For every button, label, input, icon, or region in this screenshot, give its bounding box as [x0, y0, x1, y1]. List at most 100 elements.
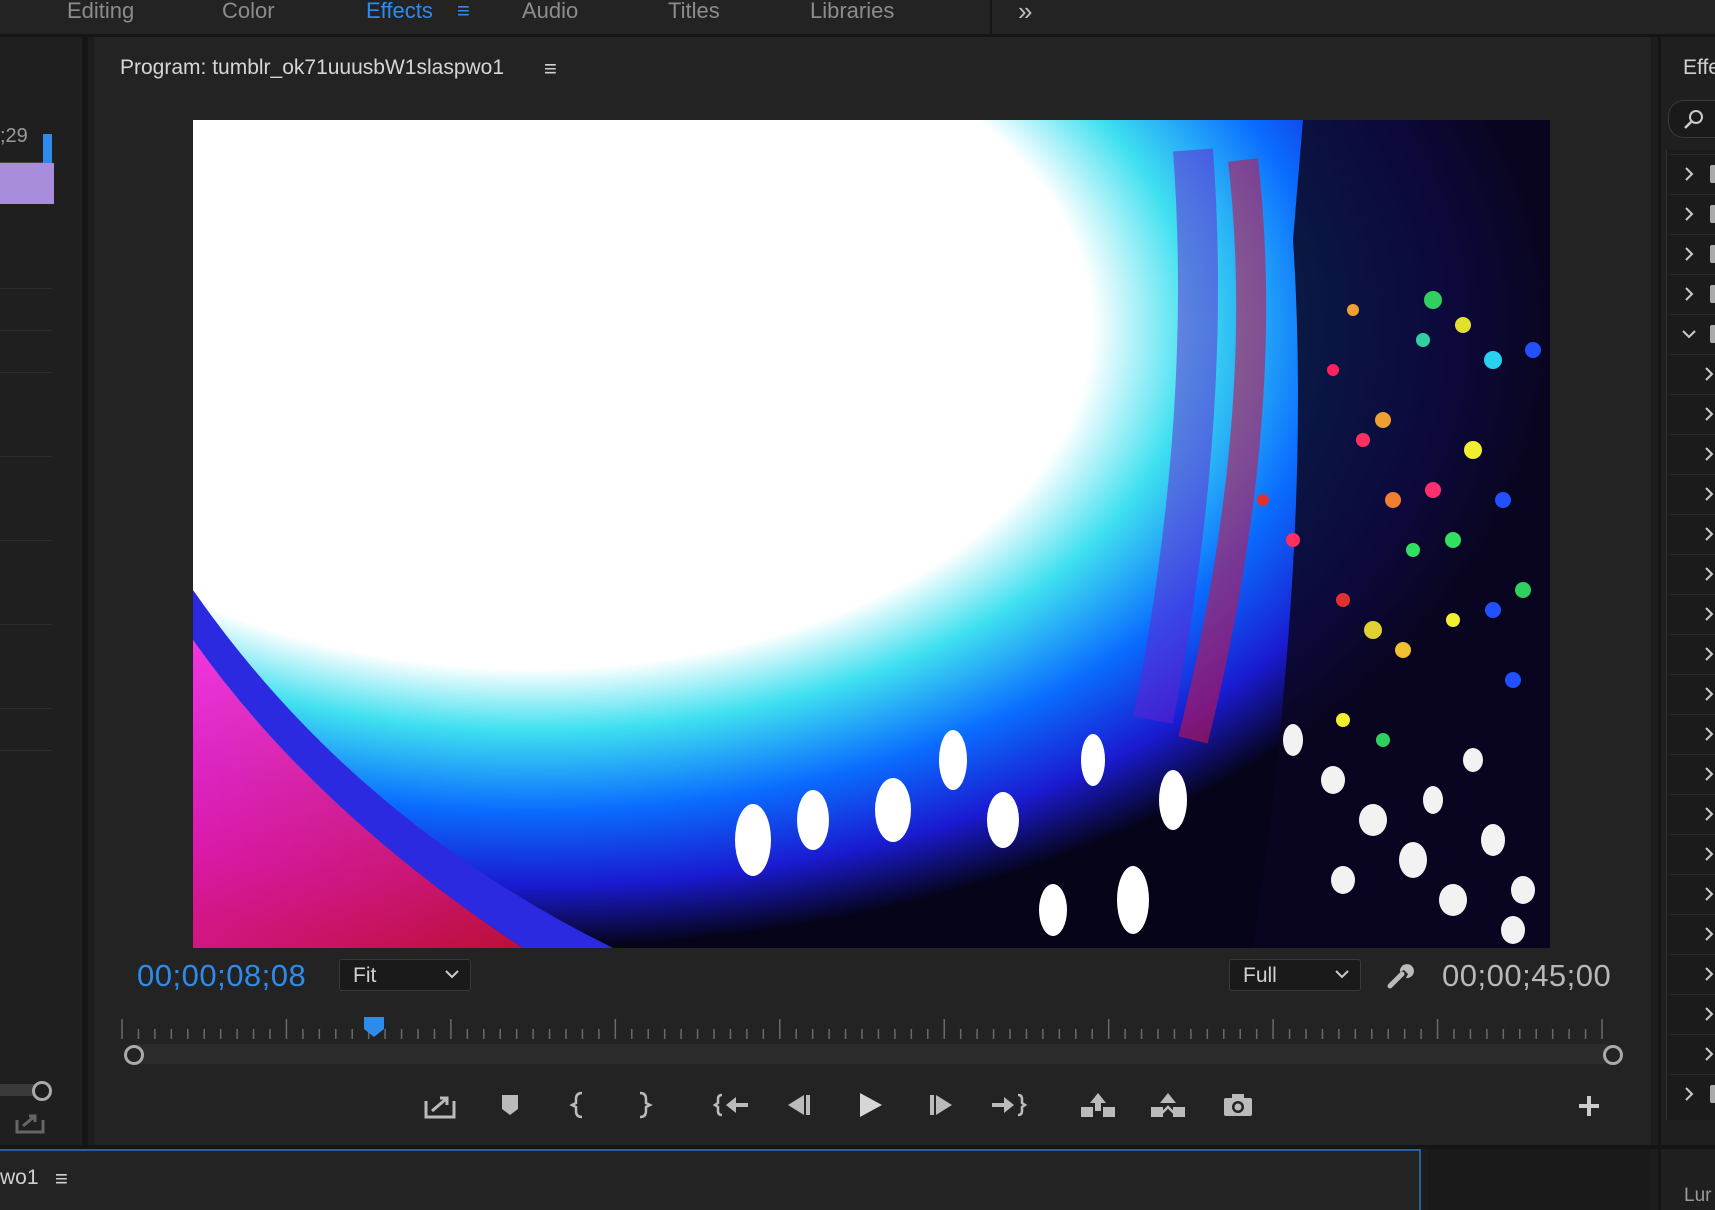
- mark-out-icon: [639, 1091, 653, 1119]
- video-frame: [193, 120, 1550, 948]
- tab-effects[interactable]: Effects: [366, 0, 433, 22]
- search-icon: [1684, 110, 1703, 129]
- effects-tree-item[interactable]: [1670, 794, 1715, 834]
- chevron-right-icon[interactable]: [1682, 287, 1696, 301]
- effects-tree-item[interactable]: [1670, 274, 1715, 314]
- playback-resolution-dropdown[interactable]: Full: [1229, 959, 1361, 991]
- time-ruler[interactable]: [120, 1015, 1612, 1039]
- tab-libraries[interactable]: Libraries: [810, 0, 894, 22]
- tab-color[interactable]: Color: [222, 0, 275, 22]
- video-clip[interactable]: [0, 163, 54, 204]
- effects-tree-item[interactable]: [1670, 234, 1715, 274]
- zoom-handle-right[interactable]: [1603, 1045, 1623, 1065]
- panel-menu-icon[interactable]: ≡: [55, 1166, 68, 1192]
- chevron-right-icon[interactable]: [1682, 247, 1696, 261]
- panel-title[interactable]: Program: tumblr_ok71uuusbW1slaspwo1: [120, 56, 504, 80]
- zoom-scrollbar[interactable]: [130, 1044, 1614, 1064]
- panel-menu-icon[interactable]: ≡: [544, 56, 557, 82]
- zoom-handle[interactable]: [32, 1081, 52, 1101]
- effects-tree-item[interactable]: [1670, 834, 1715, 874]
- chevron-right-icon[interactable]: [1702, 807, 1715, 821]
- effects-tree-item[interactable]: [1670, 314, 1715, 354]
- current-timecode[interactable]: 00;00;08;08: [137, 958, 306, 994]
- chevron-right-icon[interactable]: [1702, 367, 1715, 381]
- chevron-right-icon[interactable]: [1702, 687, 1715, 701]
- chevron-down-icon: [1335, 970, 1349, 979]
- zoom-level-dropdown[interactable]: Fit: [339, 959, 471, 991]
- chevron-right-icon[interactable]: [1702, 607, 1715, 621]
- go-to-in-button[interactable]: [712, 1087, 752, 1123]
- chevron-right-icon[interactable]: [1682, 1087, 1696, 1101]
- zoom-handle-left[interactable]: [124, 1045, 144, 1065]
- tab-audio[interactable]: Audio: [522, 0, 578, 22]
- chevron-right-icon[interactable]: [1702, 1007, 1715, 1021]
- effects-tree-item[interactable]: [1670, 954, 1715, 994]
- sequence-tab[interactable]: wo1: [0, 1166, 39, 1190]
- export-frame-icon[interactable]: [15, 1110, 45, 1134]
- chevron-right-icon[interactable]: [1702, 407, 1715, 421]
- duration-timecode: 00;00;45;00: [1442, 958, 1612, 993]
- step-forward-button[interactable]: [920, 1087, 960, 1123]
- play-button[interactable]: [850, 1087, 890, 1123]
- effects-tree-item[interactable]: [1670, 554, 1715, 594]
- effects-tree-item[interactable]: [1670, 594, 1715, 634]
- playhead[interactable]: [43, 134, 52, 166]
- chevron-down-icon[interactable]: [1682, 327, 1696, 341]
- tab-editing[interactable]: Editing: [67, 0, 134, 22]
- chevron-right-icon[interactable]: [1702, 527, 1715, 541]
- export-frame-button[interactable]: [420, 1087, 460, 1123]
- effects-tree-item[interactable]: [1670, 754, 1715, 794]
- more-workspaces-icon[interactable]: »: [1018, 0, 1032, 27]
- effects-tree-item[interactable]: [1670, 1074, 1715, 1114]
- track-divider: [0, 708, 52, 709]
- effects-tree-item[interactable]: [1670, 154, 1715, 194]
- chevron-right-icon[interactable]: [1702, 847, 1715, 861]
- effects-tree-item[interactable]: [1670, 994, 1715, 1034]
- chevron-right-icon[interactable]: [1702, 727, 1715, 741]
- chevron-right-icon[interactable]: [1702, 967, 1715, 981]
- wrench-icon[interactable]: [1384, 958, 1416, 990]
- effects-tree-item[interactable]: [1670, 354, 1715, 394]
- chevron-right-icon[interactable]: [1702, 567, 1715, 581]
- effects-tree-item[interactable]: [1670, 434, 1715, 474]
- tab-lumetri[interactable]: Lur: [1684, 1185, 1711, 1207]
- chevron-right-icon[interactable]: [1682, 207, 1696, 221]
- effects-tree-item[interactable]: [1670, 674, 1715, 714]
- effects-tree-item[interactable]: [1670, 514, 1715, 554]
- lift-button[interactable]: [1078, 1087, 1118, 1123]
- chevron-right-icon[interactable]: [1702, 927, 1715, 941]
- effects-tree-item[interactable]: [1670, 394, 1715, 434]
- chevron-right-icon[interactable]: [1702, 887, 1715, 901]
- button-editor-button[interactable]: [1568, 1087, 1608, 1123]
- effects-tree-item[interactable]: [1670, 874, 1715, 914]
- effects-tree-item[interactable]: [1670, 914, 1715, 954]
- effects-tree-item[interactable]: [1670, 634, 1715, 674]
- chevron-right-icon[interactable]: [1702, 767, 1715, 781]
- workspace-menu-icon[interactable]: ≡: [457, 0, 470, 24]
- playhead[interactable]: [362, 1015, 386, 1039]
- go-to-out-button[interactable]: [988, 1087, 1028, 1123]
- track-divider: [0, 372, 52, 373]
- extract-button[interactable]: [1148, 1087, 1188, 1123]
- chevron-right-icon[interactable]: [1702, 1047, 1715, 1061]
- folder-icon: [1710, 205, 1715, 223]
- export-frame-icon: [424, 1096, 456, 1119]
- effects-tree-item[interactable]: [1670, 714, 1715, 754]
- export-camera-button[interactable]: [1218, 1087, 1258, 1123]
- time-ruler[interactable]: [0, 152, 48, 163]
- effects-search-input[interactable]: [1668, 100, 1715, 138]
- chevron-right-icon[interactable]: [1702, 447, 1715, 461]
- step-back-button[interactable]: [780, 1087, 820, 1123]
- mark-out-button[interactable]: [622, 1087, 662, 1123]
- chevron-right-icon[interactable]: [1682, 167, 1696, 181]
- tab-titles[interactable]: Titles: [668, 0, 720, 22]
- effects-tree-item[interactable]: [1670, 1034, 1715, 1074]
- chevron-right-icon[interactable]: [1702, 487, 1715, 501]
- mark-in-button[interactable]: [560, 1087, 600, 1123]
- add-marker-button[interactable]: [490, 1087, 530, 1123]
- track-divider: [0, 330, 52, 331]
- chevron-right-icon[interactable]: [1702, 647, 1715, 661]
- effects-tree-item[interactable]: [1670, 194, 1715, 234]
- effects-tree-item[interactable]: [1670, 474, 1715, 514]
- panel-title[interactable]: Effe: [1683, 56, 1715, 80]
